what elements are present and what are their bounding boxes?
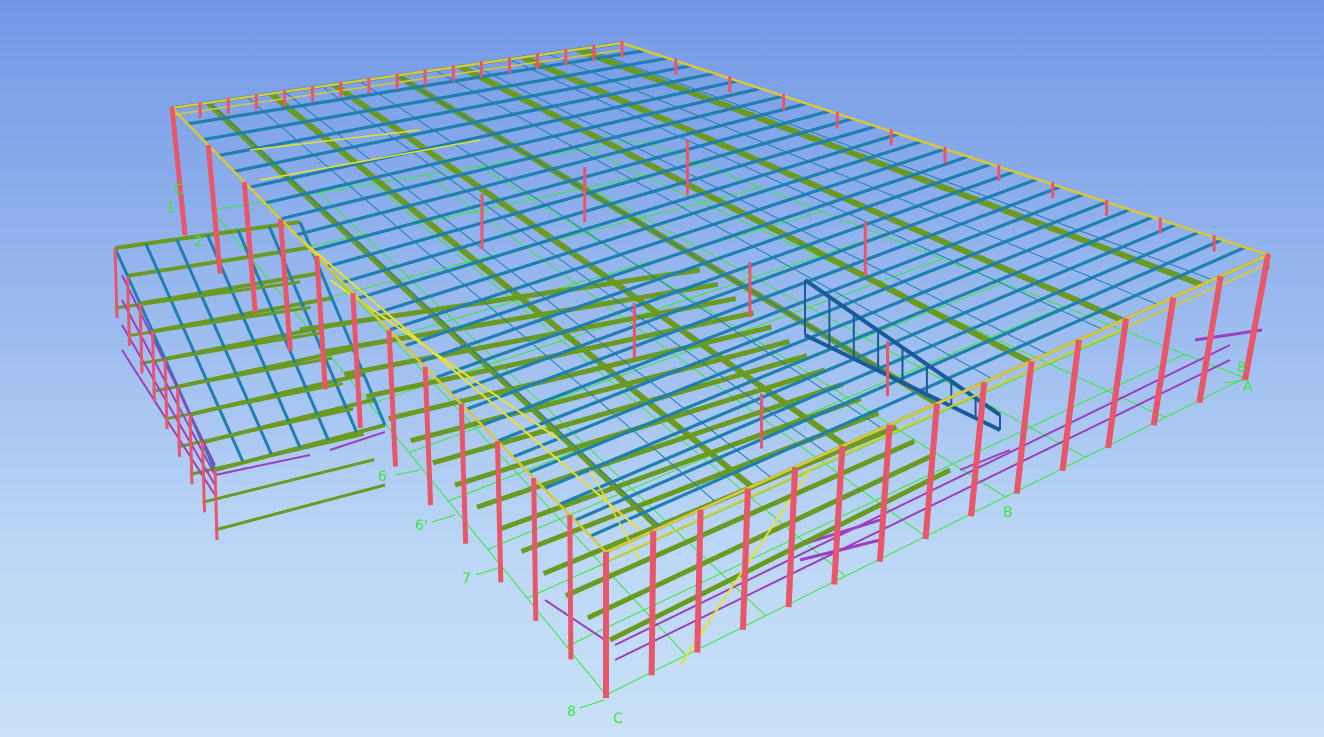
front-column xyxy=(831,445,846,585)
annex-column xyxy=(113,247,119,319)
grid-label-6: 6 xyxy=(378,469,387,485)
grid-label-6-prime: 6' xyxy=(415,518,428,534)
left-wall-girt xyxy=(544,599,606,641)
left-column xyxy=(567,514,574,660)
bracing-layer xyxy=(249,129,1002,666)
annex-lower-beam xyxy=(114,280,301,310)
annex-column xyxy=(188,414,194,485)
annex-girt xyxy=(121,299,216,476)
grid-label-7: 7 xyxy=(462,571,471,587)
annex-column xyxy=(138,303,144,374)
front-column xyxy=(922,403,940,540)
left-column xyxy=(422,366,434,506)
grid-label-8-front: 8 xyxy=(567,704,576,720)
structural-steel-model[interactable]: 1 C 2 6 6' 7 8 C B A 8 xyxy=(0,0,1324,737)
front-column xyxy=(648,530,657,676)
mezzanine-beam xyxy=(410,338,790,444)
grid-label-2: 2 xyxy=(194,234,203,250)
annex-column xyxy=(213,469,219,541)
grid-leader-8 xyxy=(579,699,605,709)
front-column xyxy=(876,424,893,562)
grid-leader-6-prime xyxy=(431,514,456,523)
grid-label-8-right: 8 xyxy=(1237,360,1246,376)
grid-leader-6 xyxy=(394,469,421,476)
grid-label-c-left: C xyxy=(174,182,184,198)
front-column xyxy=(1242,254,1271,381)
front-column xyxy=(694,509,704,653)
annex-column xyxy=(176,386,181,457)
left-column xyxy=(495,440,504,583)
annex-column xyxy=(126,275,131,346)
3d-model-viewport[interactable]: 1 C 2 6 6' 7 8 C B A 8 xyxy=(0,0,1324,737)
left-column xyxy=(531,477,539,621)
grid-label-a: A xyxy=(1243,379,1253,395)
annex-column xyxy=(151,331,156,402)
annex-girt xyxy=(121,324,216,486)
grid-leader-7 xyxy=(475,567,499,576)
grid-label-c-front: C xyxy=(613,711,623,727)
grid-label-1: 1 xyxy=(166,200,175,216)
annex-column xyxy=(163,358,169,430)
left-column xyxy=(386,329,398,467)
front-wall-girt xyxy=(959,449,1011,471)
front-column xyxy=(785,466,799,608)
grid-label-b: B xyxy=(1003,505,1013,521)
annex-column xyxy=(201,442,206,513)
front-column xyxy=(739,488,751,631)
